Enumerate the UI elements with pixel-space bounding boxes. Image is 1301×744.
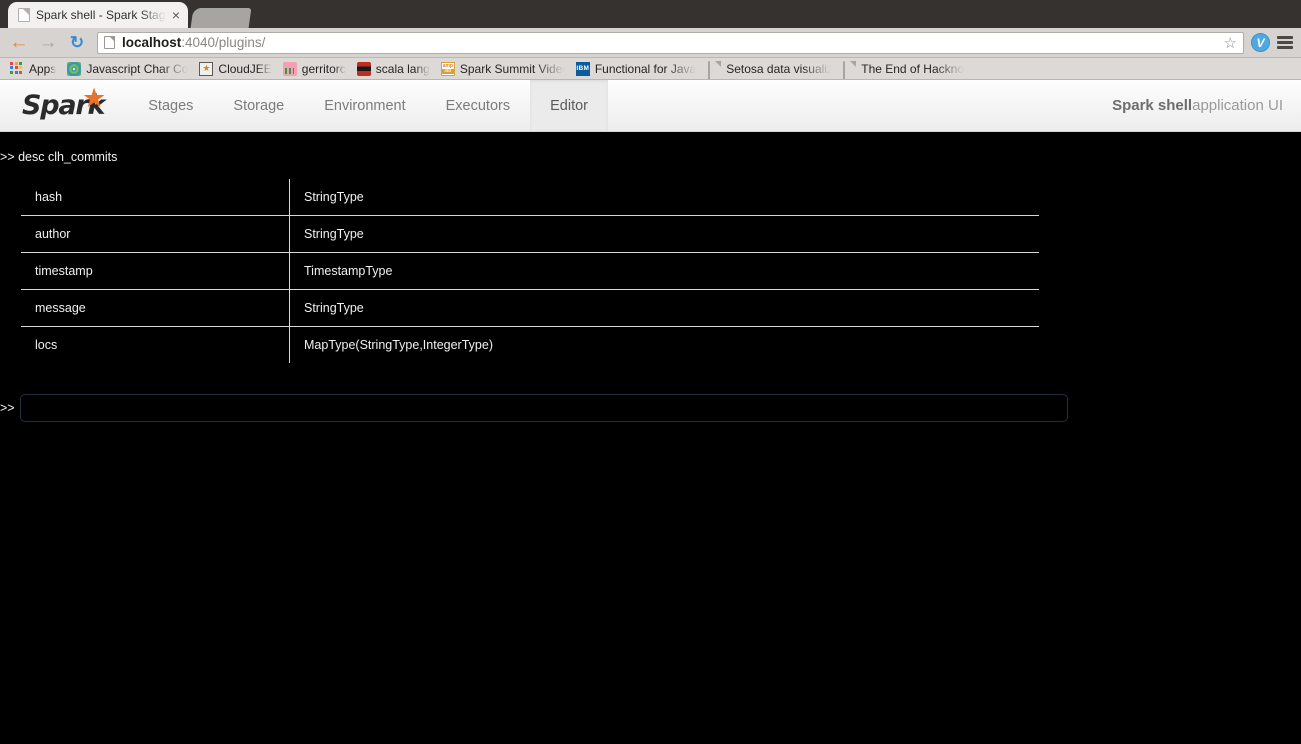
reload-icon: ↻ — [69, 33, 85, 52]
table-row: locs MapType(StringType,IntegerType) — [21, 326, 1039, 363]
column-type-cell: StringType — [289, 179, 1039, 216]
nav-item-editor[interactable]: Editor — [530, 80, 608, 131]
column-name-cell: message — [21, 289, 290, 327]
column-type-cell: StringType — [289, 215, 1039, 253]
table-row: timestamp TimestampType — [21, 252, 1039, 290]
page-icon — [842, 60, 856, 79]
page-icon — [707, 60, 721, 79]
browser-tab-spark-shell[interactable]: Spark shell - Spark Stages × — [8, 2, 188, 28]
url-path: :4040/plugins/ — [181, 35, 266, 50]
extension-icon[interactable]: V — [1251, 33, 1270, 52]
nav-item-stages[interactable]: Stages — [128, 80, 213, 131]
column-type-cell: StringType — [289, 289, 1039, 327]
spark-star-icon: ★ — [82, 83, 107, 113]
editor-console: >> desc clh_commits hash StringType auth… — [0, 132, 1301, 740]
table-row: message StringType — [21, 289, 1039, 327]
column-type-cell: TimestampType — [289, 252, 1039, 290]
bookmark-label: gerritorc — [301, 61, 346, 76]
ibm-icon: IBM — [575, 61, 590, 76]
arrow-right-icon: → — [38, 32, 58, 53]
bookmark-setosa-data-visualization[interactable]: Setosa data visualiz — [703, 59, 838, 79]
column-name-cell: hash — [21, 179, 290, 216]
close-icon[interactable]: × — [172, 8, 180, 22]
column-name-cell: locs — [21, 326, 290, 363]
spiral-icon — [67, 61, 82, 76]
bookmark-spark-summit-video[interactable]: amp lab Spark Summit Video — [437, 59, 572, 79]
bookmark-label: scala lang — [375, 61, 430, 76]
executed-command: >> desc clh_commits — [0, 150, 118, 164]
table-row: hash StringType — [21, 179, 1039, 216]
tab-title: Spark shell - Spark Stages — [36, 8, 166, 22]
bookmark-label: Spark Summit Video — [459, 61, 565, 76]
new-tab-button[interactable] — [190, 8, 252, 28]
nav-item-environment[interactable]: Environment — [304, 80, 425, 131]
browser-toolbar: ← → ↻ localhost:4040/plugins/ ☆ V — [0, 28, 1301, 58]
spark-navbar: Spark ★ Stages Storage Environment Execu… — [0, 80, 1301, 132]
column-type-cell: MapType(StringType,IntegerType) — [289, 326, 1039, 363]
address-bar-text: localhost:4040/plugins/ — [122, 35, 265, 50]
bookmark-label: The End of Hackno — [861, 61, 964, 76]
spark-nav-links: Stages Storage Environment Executors Edi… — [128, 80, 608, 131]
bookmark-label: Functional for Java — [594, 61, 697, 76]
column-name-cell: author — [21, 215, 290, 253]
bookmark-scala-lang[interactable]: scala lang — [353, 59, 437, 79]
application-title-suffix: application UI — [1192, 97, 1283, 114]
schema-result-table: hash StringType author StringType timest… — [20, 178, 1040, 364]
url-host: localhost — [122, 35, 182, 50]
bookmark-apps[interactable]: Apps — [6, 59, 63, 79]
scala-icon — [356, 61, 371, 76]
apps-grid-icon — [10, 61, 24, 76]
cloudjee-icon: ★ — [199, 61, 214, 76]
arrow-left-icon: ← — [9, 32, 29, 53]
bookmark-label: Javascript Char Co — [86, 61, 189, 76]
bookmark-label: Apps — [29, 61, 57, 76]
tab-strip: Spark shell - Spark Stages × — [0, 0, 1301, 28]
hamburger-menu-icon[interactable] — [1277, 36, 1293, 49]
spark-logo[interactable]: Spark ★ — [22, 80, 128, 131]
bookmark-gerritorc[interactable]: gerritorc — [279, 59, 353, 79]
back-button[interactable]: ← — [8, 32, 30, 54]
application-title: Spark shell application UI — [1112, 80, 1301, 131]
command-prompt-row: >> — [0, 394, 1301, 422]
nav-item-storage[interactable]: Storage — [213, 80, 304, 131]
bookmark-label: CloudJEE — [218, 61, 272, 76]
command-input[interactable] — [20, 394, 1068, 422]
table-row: author StringType — [21, 215, 1039, 253]
bookmark-star-icon[interactable]: ☆ — [1224, 34, 1237, 52]
column-name-cell: timestamp — [21, 252, 290, 290]
forward-button[interactable]: → — [37, 32, 59, 54]
tab-favicon-icon — [18, 8, 30, 22]
gerrit-icon — [282, 61, 297, 76]
prompt-sign: >> — [0, 401, 15, 415]
nav-item-executors[interactable]: Executors — [426, 80, 530, 131]
bookmark-javascript-char-co[interactable]: Javascript Char Co — [63, 59, 195, 79]
schema-table-body: hash StringType author StringType timest… — [21, 179, 1039, 363]
bookmark-label: Setosa data visualiz — [726, 61, 832, 76]
amplab-icon: amp lab — [440, 61, 455, 76]
bookmark-cloudjee[interactable]: ★ CloudJEE — [195, 59, 278, 79]
page-favicon-icon — [104, 36, 115, 49]
bookmark-the-end-of-hacknews[interactable]: The End of Hackno — [838, 59, 971, 79]
browser-chrome: Spark shell - Spark Stages × ← → ↻ local… — [0, 0, 1301, 80]
address-bar[interactable]: localhost:4040/plugins/ ☆ — [97, 31, 1244, 54]
application-name: Spark shell — [1112, 97, 1193, 114]
bookmark-functional-for-java[interactable]: IBM Functional for Java — [572, 59, 703, 79]
bookmarks-bar: Apps Javascript Char Co ★ CloudJEE gerri… — [0, 58, 1301, 80]
reload-button[interactable]: ↻ — [66, 32, 88, 54]
